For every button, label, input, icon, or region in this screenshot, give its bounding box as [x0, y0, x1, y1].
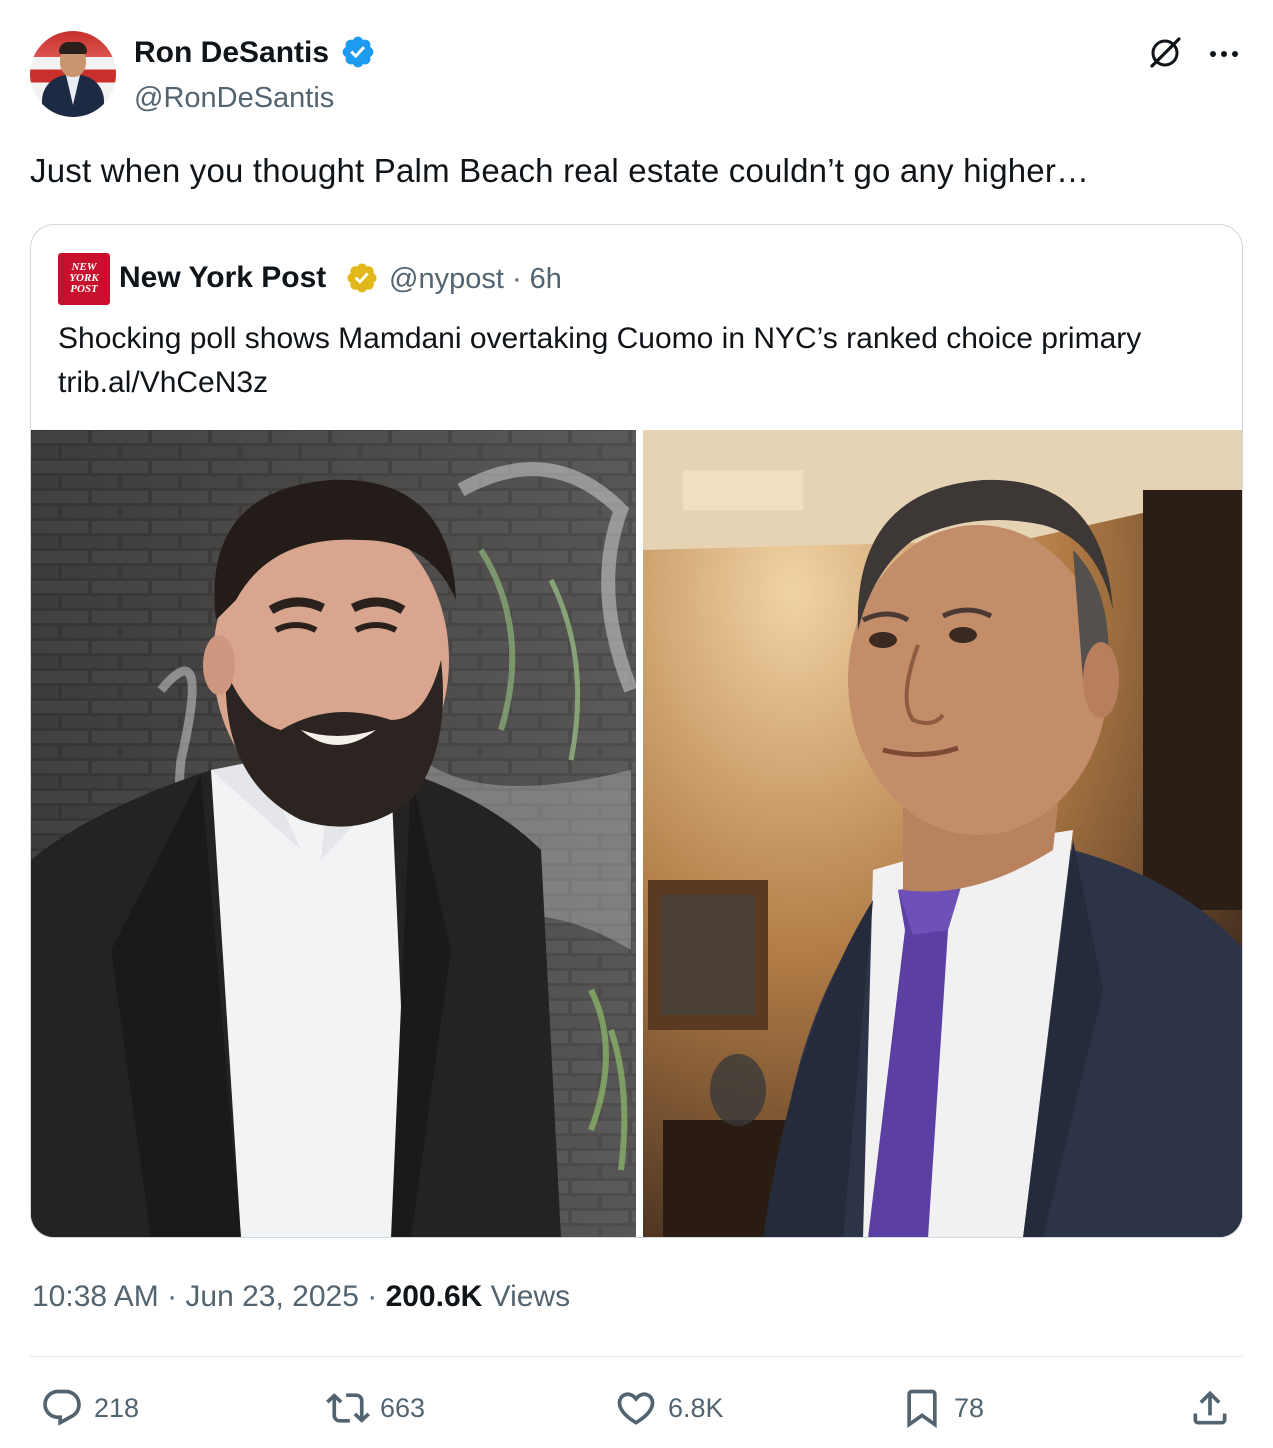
- photo-left-illustration: [31, 430, 636, 1237]
- repost-icon: [326, 1393, 370, 1423]
- bookmark-count: 78: [954, 1392, 985, 1423]
- gold-verified-badge-icon[interactable]: [345, 261, 379, 295]
- tweet: Ron DeSantis @RonDeSantis Just when you …: [0, 0, 1273, 1448]
- share-button[interactable]: [1188, 1384, 1232, 1432]
- reply-count: 218: [94, 1392, 140, 1423]
- bookmark-icon: [907, 1389, 937, 1429]
- reply-icon: [43, 1389, 81, 1426]
- like-button[interactable]: 6.8K: [614, 1384, 724, 1432]
- views-label: Views: [482, 1280, 571, 1313]
- tweet-timestamp[interactable]: 10:38 AM · Jun 23, 2025 · 200.6K Views: [32, 1280, 570, 1314]
- like-icon: [617, 1392, 655, 1425]
- avatar-hair: [59, 42, 87, 54]
- author-handle[interactable]: @RonDeSantis: [134, 82, 334, 115]
- photo-right-illustration: [643, 430, 1242, 1237]
- photo-older-man-purple-tie[interactable]: [643, 430, 1242, 1237]
- quoted-tweet-link[interactable]: trib.al/VhCeN3z: [58, 361, 268, 405]
- photo-smiling-man-brick-wall[interactable]: [31, 430, 636, 1237]
- grok-icon[interactable]: [1146, 34, 1184, 72]
- reply-button[interactable]: 218: [40, 1384, 139, 1432]
- verified-badge-icon[interactable]: [340, 34, 376, 70]
- like-count: 6.8K: [668, 1392, 724, 1423]
- quoted-media[interactable]: [31, 430, 1242, 1237]
- tweet-text: Just when you thought Palm Beach real es…: [30, 152, 1090, 189]
- nypost-logo: NEW YORK POST: [58, 253, 110, 305]
- repost-button[interactable]: 663: [326, 1384, 425, 1432]
- more-icon[interactable]: [1206, 36, 1242, 72]
- bookmark-button[interactable]: 78: [900, 1384, 984, 1432]
- share-icon: [1193, 1390, 1227, 1425]
- quoted-author-name[interactable]: New York Post: [119, 261, 326, 295]
- author-name[interactable]: Ron DeSantis: [134, 36, 329, 70]
- quoted-tweet-text: Shocking poll shows Mamdani overtaking C…: [58, 322, 1142, 355]
- quoted-handle-time[interactable]: @nypost · 6h: [389, 263, 562, 296]
- repost-count: 663: [380, 1392, 426, 1423]
- views-count: 200.6K: [385, 1280, 483, 1313]
- time-date[interactable]: 10:38 AM · Jun 23, 2025 ·: [32, 1280, 386, 1313]
- logo-text-post: POST: [70, 283, 98, 295]
- quoted-tweet-card[interactable]: NEW YORK POST New York Post @nypost · 6h…: [30, 224, 1243, 1238]
- divider: [30, 1356, 1243, 1357]
- avatar[interactable]: [30, 31, 116, 117]
